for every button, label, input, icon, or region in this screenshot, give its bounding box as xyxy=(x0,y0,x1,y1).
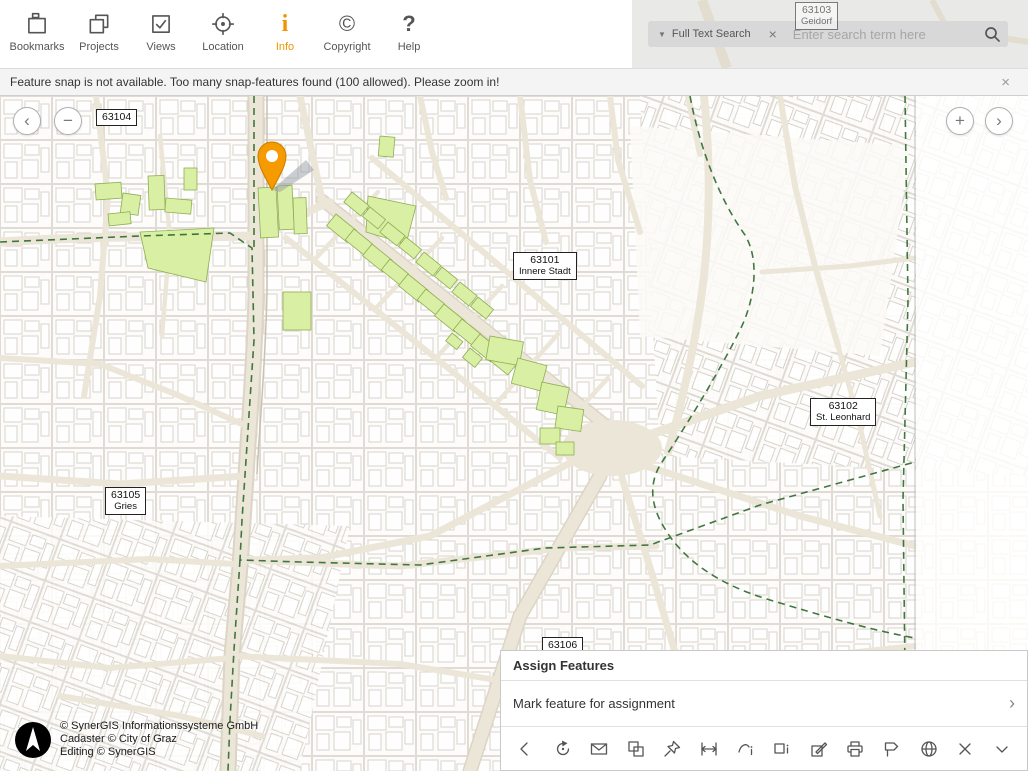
bookmarks-label: Bookmarks xyxy=(9,41,64,53)
chevron-left-icon xyxy=(515,739,537,759)
map-area[interactable]: 63104 63101 Innere Stadt 63102 St. Leonh… xyxy=(0,96,1028,771)
print-tool-button[interactable] xyxy=(842,736,868,762)
attribution-line: Cadaster © City of Graz xyxy=(60,733,258,746)
copyright-button[interactable]: © Copyright xyxy=(316,4,378,62)
pin-tool-button[interactable] xyxy=(659,736,685,762)
measure-width-icon xyxy=(698,739,720,759)
chevron-down-icon: ▼ xyxy=(658,30,666,39)
assign-features-panel: Assign Features Mark feature for assignm… xyxy=(500,650,1028,771)
search-clear-button[interactable]: × xyxy=(763,26,783,42)
views-button[interactable]: Views xyxy=(130,4,192,62)
info-label: Info xyxy=(276,41,294,53)
send-mail-tool-button[interactable] xyxy=(586,736,612,762)
close-panel-button[interactable] xyxy=(952,736,978,762)
notification-message: Feature snap is not available. Too many … xyxy=(0,75,499,89)
identify-area-icon xyxy=(771,739,793,759)
notification-bar: Feature snap is not available. Too many … xyxy=(0,68,1028,96)
search-mode-selector[interactable]: ▼ Full Text Search xyxy=(648,28,761,40)
measure-width-tool-button[interactable] xyxy=(696,736,722,762)
search-zone: 63103 Geidorf ▼ Full Text Search × xyxy=(632,0,1028,68)
globe-icon xyxy=(918,739,940,759)
notification-close-button[interactable]: × xyxy=(995,74,1016,91)
assign-panel-title: Assign Features xyxy=(501,651,1027,681)
close-icon xyxy=(954,739,976,759)
bookmarks-button[interactable]: Bookmarks xyxy=(6,4,68,62)
collapse-panel-button[interactable] xyxy=(989,736,1015,762)
help-label: Help xyxy=(398,41,421,53)
projects-button[interactable]: Projects xyxy=(68,4,130,62)
copy-geometry-tool-button[interactable] xyxy=(623,736,649,762)
projects-label: Projects xyxy=(79,41,119,53)
search-submit-button[interactable] xyxy=(976,21,1008,47)
info-button[interactable]: i Info xyxy=(254,4,316,62)
help-button[interactable]: ? Help xyxy=(378,4,440,62)
mark-feature-label: Mark feature for assignment xyxy=(513,696,675,711)
district-name: Innere Stadt xyxy=(519,266,571,277)
views-label: Views xyxy=(146,41,175,53)
chevron-right-icon: › xyxy=(1009,693,1015,714)
bookmarks-icon xyxy=(24,10,50,38)
previous-extent-button[interactable]: ‹ xyxy=(13,107,41,135)
district-label-geidorf: 63103 Geidorf xyxy=(795,2,838,30)
location-icon xyxy=(210,10,236,38)
location-button[interactable]: Location xyxy=(192,4,254,62)
info-icon: i xyxy=(282,10,289,38)
district-code: 63102 xyxy=(816,401,870,412)
location-label: Location xyxy=(202,41,244,53)
map-attribution: © SynerGIS Informationssysteme GmbH Cada… xyxy=(14,720,258,759)
top-toolbar: Bookmarks Projects Views Location i Info… xyxy=(0,0,1028,68)
district-label-63101: 63101 Innere Stadt xyxy=(513,252,577,280)
chevron-down-icon xyxy=(991,739,1013,759)
identify-area-tool-button[interactable] xyxy=(769,736,795,762)
mail-icon xyxy=(588,739,610,759)
district-label-63102: 63102 St. Leonhard xyxy=(810,398,876,426)
search-icon xyxy=(982,24,1002,44)
identify-line-tool-button[interactable] xyxy=(733,736,759,762)
attribution-line: Editing © SynerGIS xyxy=(60,746,258,759)
edit-icon xyxy=(808,739,830,759)
assign-panel-toolbar xyxy=(501,727,1027,771)
print-icon xyxy=(844,739,866,759)
district-name: Geidorf xyxy=(801,16,832,27)
pushpin-icon xyxy=(661,739,683,759)
synergis-logo xyxy=(14,721,52,759)
district-code: 63103 xyxy=(801,5,832,16)
zoom-out-button[interactable]: − xyxy=(54,107,82,135)
tag-icon xyxy=(881,739,903,759)
district-code: 63105 xyxy=(111,490,140,501)
edit-tool-button[interactable] xyxy=(806,736,832,762)
previous-tool-button[interactable] xyxy=(513,736,539,762)
zoom-in-button[interactable]: + xyxy=(946,107,974,135)
views-icon xyxy=(148,10,174,38)
rotate-tool-button[interactable] xyxy=(550,736,576,762)
identify-line-icon xyxy=(735,739,757,759)
copy-geometry-icon xyxy=(625,739,647,759)
copyright-label: Copyright xyxy=(323,41,370,53)
next-extent-button[interactable]: › xyxy=(985,107,1013,135)
globe-tool-button[interactable] xyxy=(916,736,942,762)
help-icon: ? xyxy=(402,10,415,38)
district-label-63105: 63105 Gries xyxy=(105,487,146,515)
district-name: St. Leonhard xyxy=(816,412,870,423)
district-code: 63104 xyxy=(102,112,131,123)
bookmark-tag-tool-button[interactable] xyxy=(879,736,905,762)
rotate-icon xyxy=(552,739,574,759)
projects-icon xyxy=(86,10,112,38)
search-mode-label: Full Text Search xyxy=(672,28,751,40)
copyright-icon: © xyxy=(339,10,355,38)
district-label-63104: 63104 xyxy=(96,109,137,126)
district-code: 63101 xyxy=(519,255,571,266)
toolbar-buttons: Bookmarks Projects Views Location i Info… xyxy=(6,4,440,62)
attribution-line: © SynerGIS Informationssysteme GmbH xyxy=(60,720,258,733)
district-name: Gries xyxy=(111,501,140,512)
mark-feature-row[interactable]: Mark feature for assignment › xyxy=(501,681,1027,727)
